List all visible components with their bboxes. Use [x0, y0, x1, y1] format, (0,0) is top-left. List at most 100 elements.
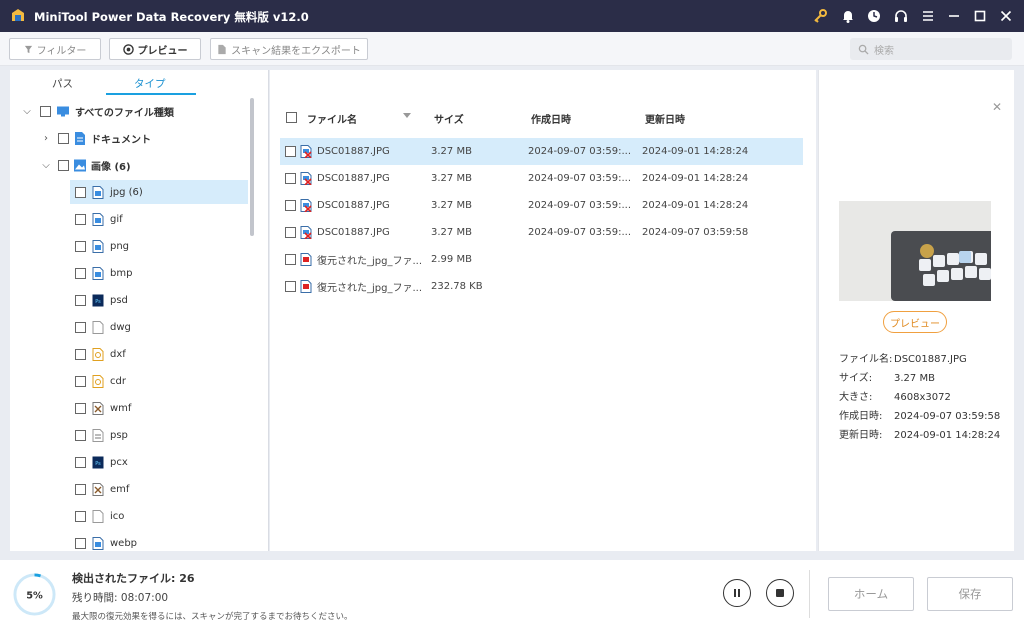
- column-header-created[interactable]: 作成日時: [531, 111, 571, 126]
- stop-button[interactable]: [766, 579, 794, 607]
- tree-item-ico[interactable]: ico: [70, 504, 248, 528]
- key-icon[interactable]: [812, 8, 828, 24]
- checkbox[interactable]: [75, 483, 86, 495]
- filter-button[interactable]: フィルター: [9, 38, 101, 60]
- tree-item-webp[interactable]: webp: [70, 531, 248, 555]
- column-header-size[interactable]: サイズ: [434, 111, 464, 126]
- preview-button-label: プレビュー: [137, 45, 188, 57]
- clock-icon[interactable]: [866, 8, 882, 24]
- png-file-icon: [92, 239, 104, 253]
- ico-file-icon: [92, 509, 104, 523]
- checkbox[interactable]: [75, 348, 86, 360]
- pcx-file-icon: Ps: [92, 456, 104, 469]
- row-checkbox[interactable]: [285, 281, 296, 292]
- files-found: 検出されたファイル: 26: [72, 572, 195, 585]
- checkbox[interactable]: [75, 537, 86, 549]
- export-button[interactable]: スキャン結果をエクスポート: [210, 38, 368, 60]
- checkbox[interactable]: [58, 132, 69, 144]
- tree-item-cdr[interactable]: cdr: [70, 369, 248, 393]
- tree-item-psp[interactable]: psp: [70, 423, 248, 447]
- tab-path[interactable]: パス: [52, 76, 73, 91]
- tree-item-jpg[interactable]: jpg (6): [70, 180, 248, 204]
- file-row[interactable]: DSC01887.JPG 3.27 MB 2024-09-07 03:59:... 2…: [280, 192, 803, 219]
- row-checkbox[interactable]: [285, 227, 296, 238]
- column-header-modified[interactable]: 更新日時: [645, 111, 685, 126]
- column-header-name[interactable]: ファイル名: [307, 111, 357, 126]
- search-input[interactable]: 検索: [850, 38, 1012, 60]
- row-checkbox[interactable]: [285, 173, 296, 184]
- tree-item-pcx[interactable]: Ps pcx: [70, 450, 248, 474]
- checkbox[interactable]: [75, 402, 86, 414]
- checkbox[interactable]: [75, 510, 86, 522]
- checkbox[interactable]: [75, 375, 86, 387]
- progress-ring: 5%: [13, 573, 56, 616]
- tree-item-images[interactable]: ⌵ 画像 (6): [41, 153, 131, 177]
- preview-button[interactable]: プレビュー: [109, 38, 201, 60]
- minimize-icon[interactable]: [946, 8, 962, 24]
- row-checkbox[interactable]: [285, 146, 296, 157]
- emf-file-icon: [92, 482, 104, 496]
- tree-label: ico: [110, 510, 125, 522]
- tree-item-psd[interactable]: Ps psd: [70, 288, 248, 312]
- checkbox[interactable]: [75, 294, 86, 306]
- tree-item-emf[interactable]: emf: [70, 477, 248, 501]
- webp-file-icon: [92, 536, 104, 550]
- info-created: 作成日時: 2024-09-07 03:59:58: [839, 411, 1001, 422]
- tree-item-png[interactable]: png: [70, 234, 248, 258]
- file-name: DSC01887.JPG: [317, 200, 390, 211]
- file-row[interactable]: DSC01887.JPG 3.27 MB 2024-09-07 03:59:... 2…: [280, 138, 803, 165]
- tree-item-dwg[interactable]: dwg: [70, 315, 248, 339]
- preview-panel: ✕ プレビュー ファイル名: DSC01887.JPG サイズ: 3.27 MB 大…: [818, 70, 1014, 551]
- tree-label: emf: [110, 483, 130, 495]
- checkbox[interactable]: [75, 213, 86, 225]
- maximize-icon[interactable]: [972, 8, 988, 24]
- file-row[interactable]: 復元された_jpg_ファ... 2.99 MB: [280, 246, 803, 273]
- file-size: 3.27 MB: [431, 173, 472, 184]
- tree-item-documents[interactable]: › ドキュメント: [41, 126, 151, 150]
- monitor-icon: [57, 106, 69, 116]
- file-name: 復元された_jpg_ファ...: [317, 283, 423, 294]
- select-all-checkbox[interactable]: [286, 112, 297, 123]
- preview-file-button[interactable]: プレビュー: [883, 311, 947, 333]
- headset-icon[interactable]: [893, 8, 909, 24]
- close-preview-icon[interactable]: ✕: [992, 100, 1002, 114]
- sort-arrow-icon[interactable]: [403, 113, 411, 119]
- tab-type[interactable]: タイプ: [134, 76, 166, 91]
- tree-item-all-types[interactable]: ⌵ すべてのファイル種類: [22, 99, 174, 123]
- scrollbar[interactable]: [250, 98, 254, 236]
- home-button[interactable]: ホーム: [828, 577, 914, 611]
- file-name: DSC01887.JPG: [317, 146, 390, 157]
- save-button[interactable]: 保存: [927, 577, 1013, 611]
- row-checkbox[interactable]: [285, 254, 296, 265]
- checkbox[interactable]: [75, 429, 86, 441]
- checkbox[interactable]: [75, 456, 86, 468]
- menu-icon[interactable]: [920, 8, 936, 24]
- pause-button[interactable]: [723, 579, 751, 607]
- checkbox[interactable]: [75, 267, 86, 279]
- psd-file-icon: Ps: [92, 294, 104, 307]
- chevron-down-icon[interactable]: ⌵: [22, 106, 32, 117]
- tree-item-bmp[interactable]: bmp: [70, 261, 248, 285]
- file-row[interactable]: 復元された_jpg_ファ... 232.78 KB: [280, 273, 803, 300]
- file-row[interactable]: DSC01887.JPG 3.27 MB 2024-09-07 03:59:... 2…: [280, 219, 803, 246]
- tree-item-dxf[interactable]: dxf: [70, 342, 248, 366]
- checkbox[interactable]: [40, 105, 51, 117]
- chevron-down-icon[interactable]: ⌵: [41, 160, 51, 171]
- row-checkbox[interactable]: [285, 200, 296, 211]
- checkbox[interactable]: [75, 186, 86, 198]
- tree-item-gif[interactable]: gif: [70, 207, 248, 231]
- chevron-right-icon[interactable]: ›: [41, 133, 51, 144]
- filter-icon: [24, 45, 32, 53]
- panel-divider[interactable]: [268, 70, 269, 551]
- checkbox[interactable]: [75, 240, 86, 252]
- tree-item-wmf[interactable]: wmf: [70, 396, 248, 420]
- file-modified: 2024-09-01 14:28:24: [642, 200, 749, 211]
- file-row[interactable]: DSC01887.JPG 3.27 MB 2024-09-07 03:59:... 2…: [280, 165, 803, 192]
- info-size: サイズ: 3.27 MB: [839, 373, 935, 384]
- tree-label: cdr: [110, 375, 126, 387]
- checkbox[interactable]: [75, 321, 86, 333]
- bell-icon[interactable]: [840, 8, 856, 24]
- close-icon[interactable]: [998, 8, 1014, 24]
- checkbox[interactable]: [58, 159, 69, 171]
- tree-label: webp: [110, 537, 138, 549]
